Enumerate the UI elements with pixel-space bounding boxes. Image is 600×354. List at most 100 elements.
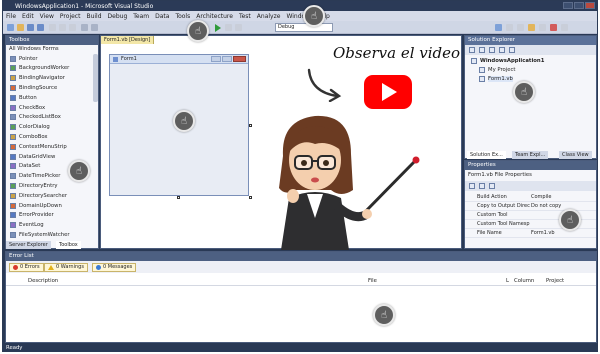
toolbox-item[interactable]: ComboBox <box>10 132 48 141</box>
property-row[interactable]: Copy to Output Direc Do not copy <box>465 202 596 211</box>
resize-handle[interactable] <box>249 124 252 127</box>
control-icon <box>10 192 16 199</box>
start-page-icon[interactable] <box>550 24 557 31</box>
column-line[interactable]: L <box>506 278 509 284</box>
column-file[interactable]: File <box>368 278 377 284</box>
solution-explorer-icon[interactable] <box>506 24 513 31</box>
control-icon <box>10 173 16 180</box>
tab-server-explorer[interactable]: Server Explorer <box>6 241 51 249</box>
form1-title: Form1 <box>121 56 137 62</box>
toolbox-item[interactable]: Button <box>10 93 37 102</box>
menu-tools[interactable]: Tools <box>175 13 190 20</box>
view-code-icon[interactable] <box>499 47 505 53</box>
form-maximize-button[interactable] <box>222 56 232 62</box>
open-file-icon[interactable] <box>17 24 24 31</box>
toolbox-icon[interactable] <box>528 24 535 31</box>
messages-filter-button[interactable]: 0 Messages <box>92 263 137 272</box>
toolbox-item[interactable]: BindingNavigator <box>10 74 65 83</box>
control-icon <box>10 75 16 82</box>
form-minimize-button[interactable] <box>211 56 221 62</box>
new-project-icon[interactable] <box>7 24 14 31</box>
view-designer-icon[interactable] <box>509 47 515 53</box>
toolbox-item[interactable]: Pointer <box>10 54 38 63</box>
copy-icon[interactable] <box>59 24 66 31</box>
alphabetical-icon[interactable] <box>479 183 485 189</box>
toolbox-item[interactable]: ContextMenuStrip <box>10 142 67 151</box>
toolbox-group[interactable]: All Windows Forms <box>9 46 59 52</box>
paste-icon[interactable] <box>69 24 76 31</box>
toolbox-scrollbar[interactable] <box>93 54 98 102</box>
cut-icon[interactable] <box>49 24 56 31</box>
find-icon[interactable] <box>495 24 502 31</box>
show-all-files-icon[interactable] <box>479 47 485 53</box>
menu-analyze[interactable]: Analyze <box>257 13 281 20</box>
property-row[interactable]: File Name Form1.vb <box>465 229 596 238</box>
tree-item-form1[interactable]: Form1.vb <box>479 76 513 82</box>
menu-test[interactable]: Test <box>239 13 251 20</box>
resize-handle[interactable] <box>177 196 180 199</box>
curved-arrow-icon <box>307 68 342 102</box>
options-icon[interactable] <box>561 24 568 31</box>
warnings-filter-button[interactable]: 0 Warnings <box>44 263 88 272</box>
tab-form1-design[interactable]: Form1.vb [Design] <box>101 36 155 44</box>
toolbox-item[interactable]: DateTimePicker <box>10 172 60 181</box>
redo-icon[interactable] <box>91 24 98 31</box>
object-browser-icon[interactable] <box>539 24 546 31</box>
tab-toolbox[interactable]: Toolbox <box>56 241 81 249</box>
toolbox-item[interactable]: CheckBox <box>10 103 45 112</box>
menu-file[interactable]: File <box>6 13 16 20</box>
minimize-button[interactable] <box>563 2 573 9</box>
save-icon[interactable] <box>27 24 34 31</box>
refresh-icon[interactable] <box>489 47 495 53</box>
start-debugging-icon[interactable] <box>215 24 221 32</box>
menu-data[interactable]: Data <box>155 13 169 20</box>
menu-project[interactable]: Project <box>60 13 81 20</box>
toolbox-item[interactable]: ErrorProvider <box>10 211 54 220</box>
column-description[interactable]: Description <box>28 278 58 284</box>
menu-architecture[interactable]: Architecture <box>196 13 233 20</box>
save-all-icon[interactable] <box>37 24 44 31</box>
properties-icon[interactable] <box>517 24 524 31</box>
properties-subject[interactable]: Form1.vb File Properties <box>468 172 532 178</box>
menu-debug[interactable]: Debug <box>108 13 128 20</box>
menu-view[interactable]: View <box>40 13 54 20</box>
property-pages-icon[interactable] <box>489 183 495 189</box>
undo-icon[interactable] <box>81 24 88 31</box>
categorized-icon[interactable] <box>469 183 475 189</box>
close-button[interactable] <box>585 2 595 9</box>
toolbox-item[interactable]: DirectorySearcher <box>10 191 67 200</box>
resize-handle[interactable] <box>249 196 252 199</box>
solution-explorer-toolbar <box>465 45 596 55</box>
tab-team-explorer[interactable]: Team Expl... <box>512 151 549 159</box>
errors-filter-button[interactable]: 0 Errors <box>9 263 44 272</box>
configuration-select[interactable]: Debug <box>275 23 333 32</box>
toolbox-item[interactable]: BindingSource <box>10 83 57 92</box>
toolbox-item[interactable]: EventLog <box>10 221 44 230</box>
tab-solution-explorer[interactable]: Solution Ex... <box>467 151 506 159</box>
menu-edit[interactable]: Edit <box>22 13 34 20</box>
maximize-button[interactable] <box>574 2 584 9</box>
hand-pointer-icon: ☝ <box>513 81 535 103</box>
pause-icon[interactable] <box>225 24 232 31</box>
tree-item-my-project[interactable]: My Project <box>479 67 516 73</box>
tree-item-project[interactable]: WindowsApplication1 <box>471 58 544 64</box>
toolbox-item[interactable]: FileSystemWatcher <box>10 230 70 239</box>
youtube-play-icon[interactable] <box>363 74 413 110</box>
column-project[interactable]: Project <box>546 278 564 284</box>
toolbox-item[interactable]: BackgroundWorker <box>10 64 69 73</box>
toolbox-item[interactable]: DataSet <box>10 162 40 171</box>
toolbox-item[interactable]: DomainUpDown <box>10 201 62 210</box>
properties-icon[interactable] <box>469 47 475 53</box>
menu-bar: File Edit View Project Build Debug Team Data Too… <box>3 11 597 21</box>
column-column[interactable]: Column <box>514 278 534 284</box>
form-close-button[interactable] <box>233 56 246 62</box>
menu-build[interactable]: Build <box>86 13 101 20</box>
stop-icon[interactable] <box>235 24 242 31</box>
toolbox-item[interactable]: ColorDialog <box>10 123 50 132</box>
toolbox-item[interactable]: DataGridView <box>10 152 55 161</box>
tab-class-view[interactable]: Class View <box>559 151 592 159</box>
property-row[interactable]: Build Action Compile <box>465 193 596 202</box>
menu-team[interactable]: Team <box>133 13 149 20</box>
toolbox-item[interactable]: DirectoryEntry <box>10 181 58 190</box>
toolbox-item[interactable]: CheckedListBox <box>10 113 61 122</box>
